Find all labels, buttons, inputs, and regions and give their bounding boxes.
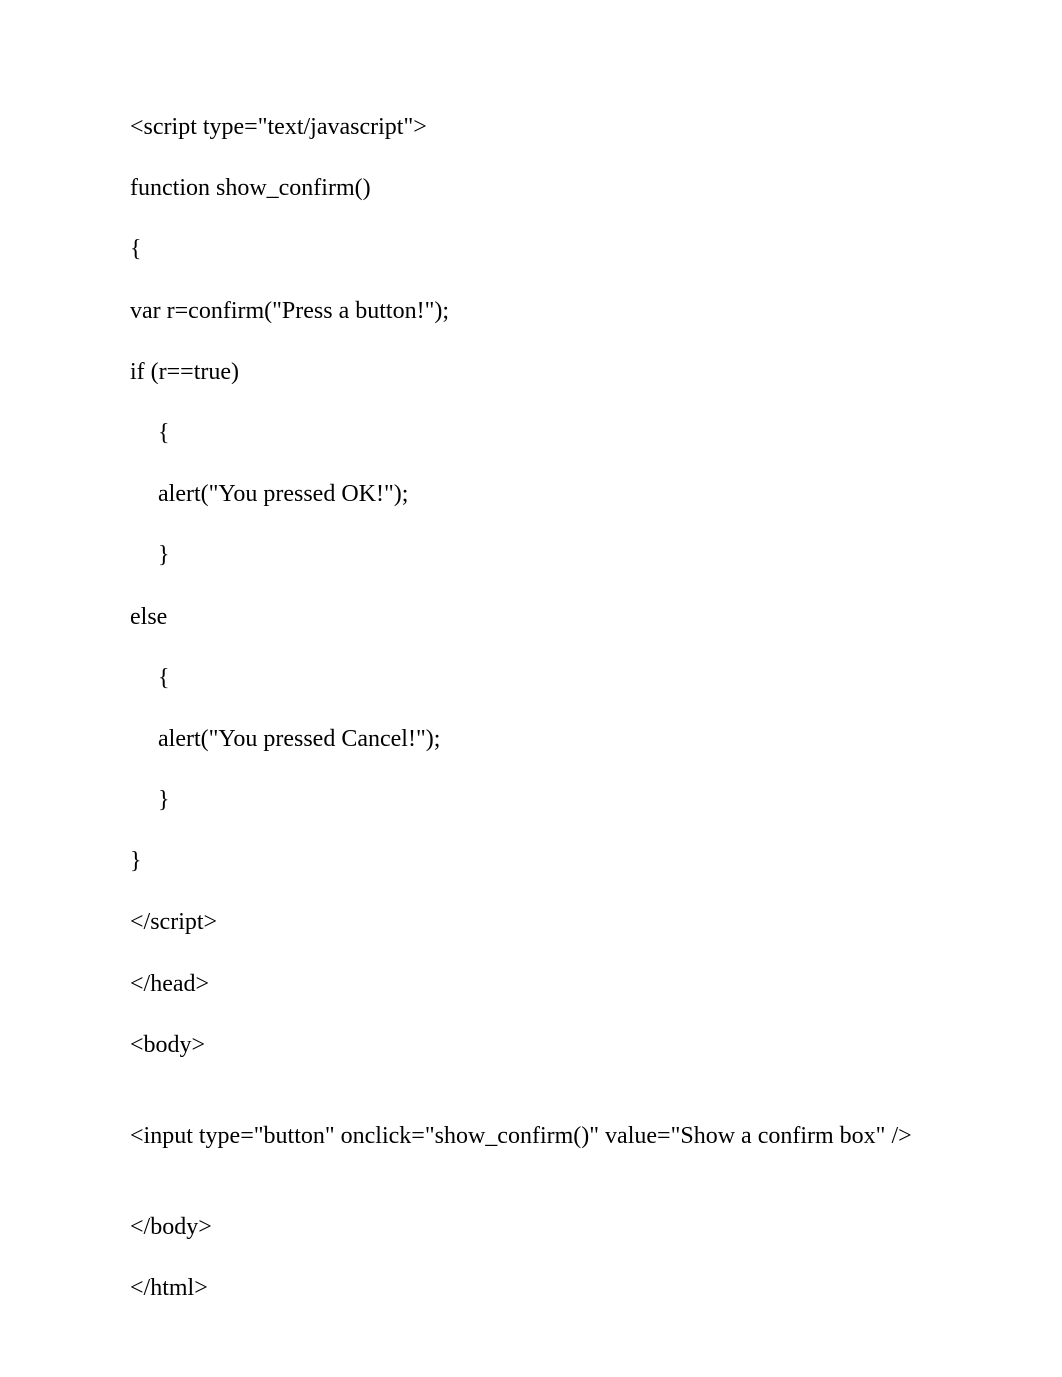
code-line: <input type="button" onclick="show_confi… (130, 1121, 932, 1152)
blank-line (130, 1182, 932, 1212)
code-line: var r=confirm("Press a button!"); (130, 296, 932, 327)
code-line: else (130, 602, 932, 633)
code-line: } (130, 846, 932, 877)
code-line: alert("You pressed OK!"); (130, 479, 932, 510)
code-line: <script type="text/javascript"> (130, 112, 932, 143)
code-line: { (130, 234, 932, 265)
code-line: } (130, 785, 932, 816)
code-line: </html> (130, 1273, 932, 1304)
document-page: <script type="text/javascript"> function… (0, 0, 1062, 1305)
code-line: <body> (130, 1030, 932, 1061)
code-line: if (r==true) (130, 357, 932, 388)
code-line: { (130, 418, 932, 449)
code-line: </script> (130, 907, 932, 938)
code-line: } (130, 540, 932, 571)
code-line: </body> (130, 1212, 932, 1243)
code-line: alert("You pressed Cancel!"); (130, 724, 932, 755)
blank-line (130, 1091, 932, 1121)
code-line: </head> (130, 969, 932, 1000)
code-line: function show_confirm() (130, 173, 932, 204)
code-line: { (130, 663, 932, 694)
